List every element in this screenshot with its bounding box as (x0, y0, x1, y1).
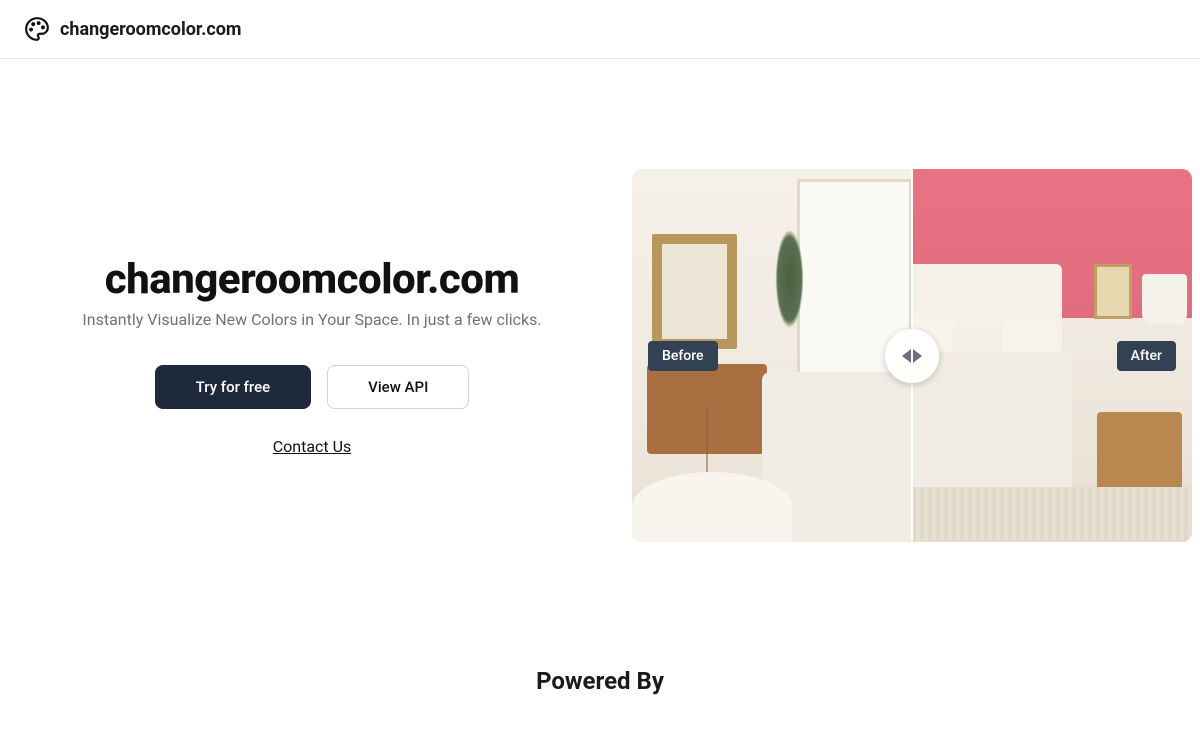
brand-name[interactable]: changeroomcolor.com (60, 19, 241, 40)
powered-by-heading: Powered By (0, 667, 1200, 695)
try-for-free-button[interactable]: Try for free (155, 365, 312, 409)
palette-icon (24, 16, 50, 42)
slider-handle[interactable] (885, 329, 939, 383)
hero-section: changeroomcolor.com Instantly Visualize … (0, 59, 1200, 602)
hero-subtitle: Instantly Visualize New Colors in Your S… (82, 310, 541, 329)
hero-buttons: Try for free View API (155, 365, 470, 409)
site-header: changeroomcolor.com (0, 0, 1200, 59)
arrow-left-icon (902, 349, 911, 363)
hero-image: Before After (632, 169, 1192, 542)
hero-title: changeroomcolor.com (105, 255, 519, 304)
hero-content: changeroomcolor.com Instantly Visualize … (32, 255, 592, 456)
after-badge: After (1117, 341, 1176, 371)
contact-us-link[interactable]: Contact Us (273, 437, 352, 456)
arrow-right-icon (913, 349, 922, 363)
before-after-slider[interactable]: Before After (632, 169, 1192, 542)
view-api-button[interactable]: View API (327, 365, 469, 409)
before-badge: Before (648, 341, 718, 371)
